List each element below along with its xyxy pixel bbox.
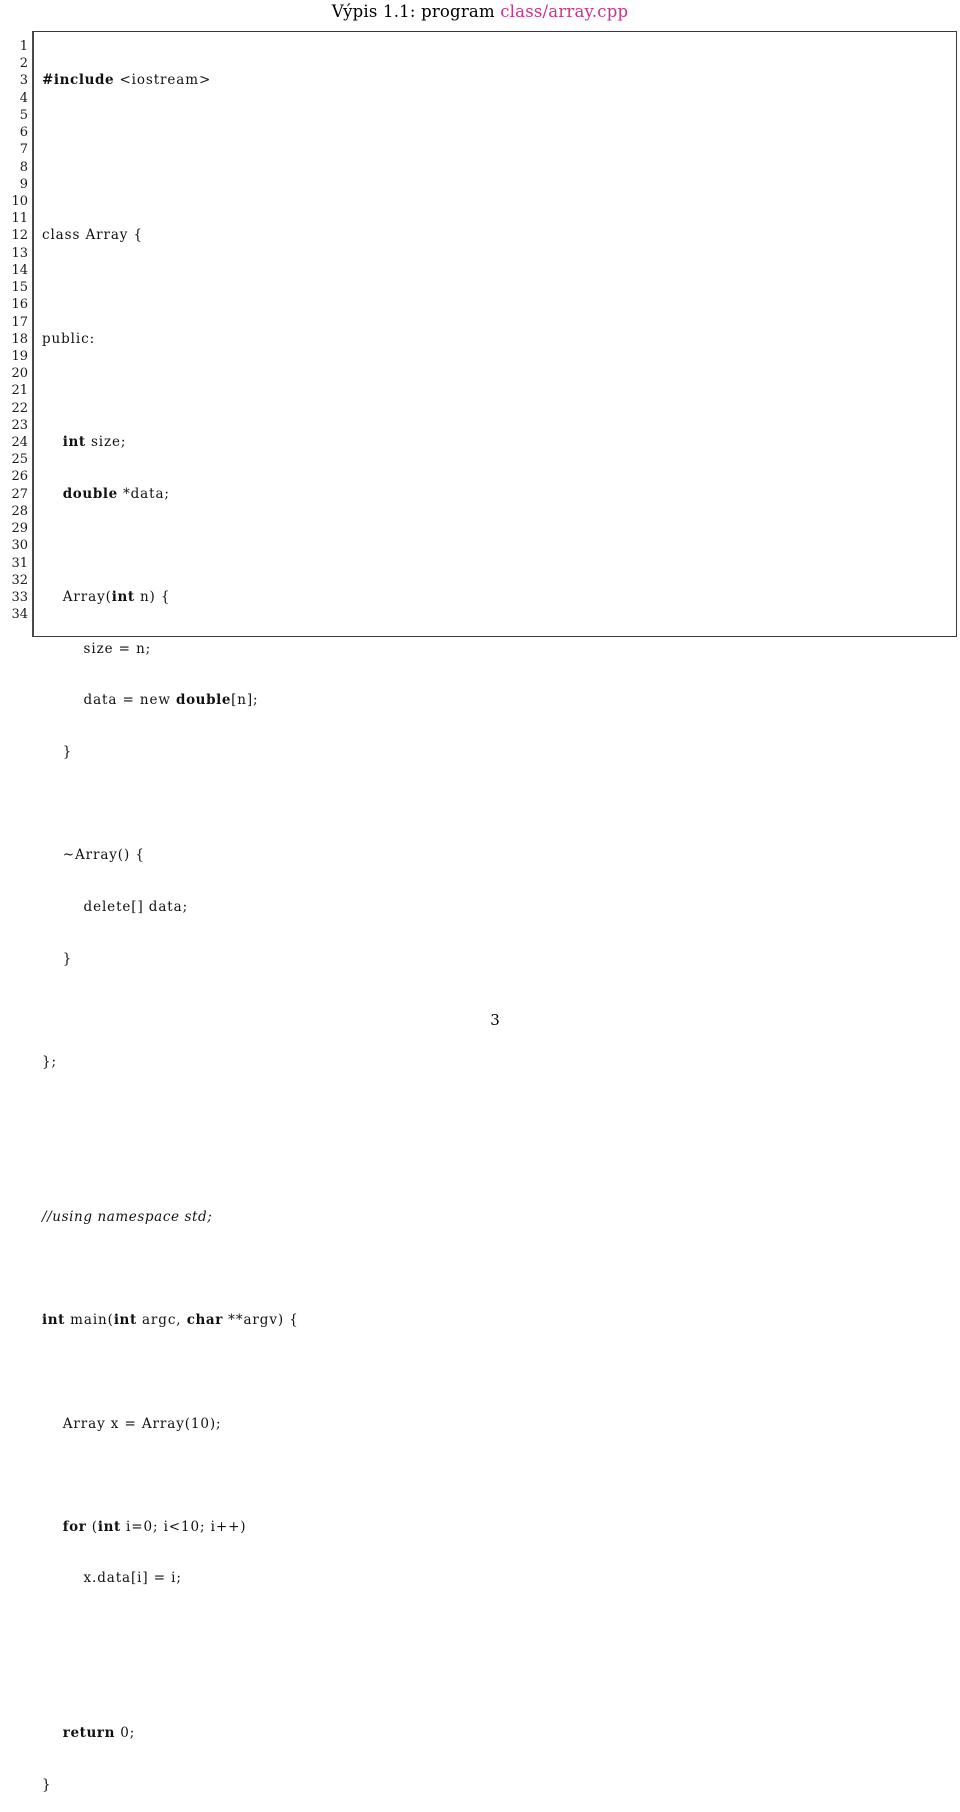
line-number: 20 bbox=[11, 366, 28, 382]
line-number: 15 bbox=[11, 280, 28, 296]
code-line: #include <iostream> bbox=[42, 72, 212, 89]
line-number: 6 bbox=[19, 125, 28, 141]
code-line: } bbox=[42, 1777, 52, 1794]
line-number: 25 bbox=[11, 452, 28, 468]
code-line: delete[] data; bbox=[42, 898, 189, 915]
code-line: double *data; bbox=[62, 485, 170, 502]
line-number: 34 bbox=[11, 607, 28, 623]
code-line: int size; bbox=[62, 434, 127, 451]
line-number: 11 bbox=[11, 211, 28, 227]
page-number-value: 3 bbox=[490, 1011, 500, 1029]
line-number: 28 bbox=[11, 503, 28, 519]
line-number: 8 bbox=[19, 159, 28, 175]
code-line: } bbox=[42, 950, 73, 967]
line-number: 1 bbox=[19, 39, 28, 54]
line-number: 33 bbox=[11, 590, 28, 605]
code-line: for (int i=0; i<10; i++) bbox=[62, 1518, 247, 1535]
code-line: } bbox=[42, 743, 73, 760]
caption-filename-link[interactable]: class/array.cpp bbox=[500, 2, 628, 21]
line-number: 9 bbox=[19, 176, 28, 192]
caption-label: Výpis 1.1: program bbox=[331, 2, 501, 21]
line-number: 26 bbox=[11, 469, 28, 485]
line-number: 14 bbox=[11, 262, 28, 278]
line-number: 3 bbox=[19, 73, 28, 89]
line-number: 4 bbox=[19, 90, 28, 106]
line-number: 31 bbox=[11, 555, 28, 571]
code-line: }; bbox=[42, 1053, 57, 1070]
line-number: 32 bbox=[11, 572, 28, 588]
line-number: 5 bbox=[19, 107, 28, 123]
line-number: 24 bbox=[11, 435, 28, 451]
listing-caption: Výpis 1.1: program class/array.cpp bbox=[0, 1, 960, 23]
line-number: 16 bbox=[11, 297, 28, 313]
line-number: 18 bbox=[11, 331, 28, 347]
code-line: class Array { bbox=[42, 227, 143, 244]
line-number: 17 bbox=[11, 314, 28, 330]
line-number: 13 bbox=[11, 245, 28, 261]
code-line: size = n; bbox=[42, 640, 152, 657]
code-line: public: bbox=[42, 330, 96, 347]
code-line: Array x = Array(10); bbox=[42, 1415, 222, 1432]
code-line: //using namespace std; bbox=[42, 1208, 213, 1225]
line-number: 27 bbox=[11, 486, 28, 502]
code-line: x.data[i] = i; bbox=[42, 1570, 182, 1587]
line-number: 12 bbox=[11, 228, 28, 244]
line-number: 23 bbox=[11, 417, 28, 433]
code-line: data = new double[n]; bbox=[42, 692, 259, 709]
line-number: 2 bbox=[19, 56, 28, 72]
line-number: 19 bbox=[11, 348, 28, 364]
code-line: ~Array() { bbox=[42, 847, 145, 864]
line-number: 22 bbox=[11, 400, 28, 416]
line-number: 30 bbox=[11, 538, 28, 554]
line-number: 29 bbox=[11, 521, 28, 537]
page-number: 3 bbox=[0, 1011, 960, 1029]
code-line: int main(int argc, char **argv) { bbox=[42, 1312, 299, 1329]
line-number: 7 bbox=[19, 142, 28, 158]
code-line: Array(int n) { bbox=[42, 589, 171, 605]
line-number: 21 bbox=[11, 383, 28, 399]
code-listing-body[interactable]: #include <iostream> class Array { public… bbox=[42, 31, 952, 1812]
code-line: return 0; bbox=[62, 1725, 136, 1742]
line-number: 10 bbox=[11, 193, 28, 209]
line-number-gutter: 1 2 3 4 5 6 7 8 9 10 11 12 13 14 15 16 1… bbox=[0, 31, 28, 623]
